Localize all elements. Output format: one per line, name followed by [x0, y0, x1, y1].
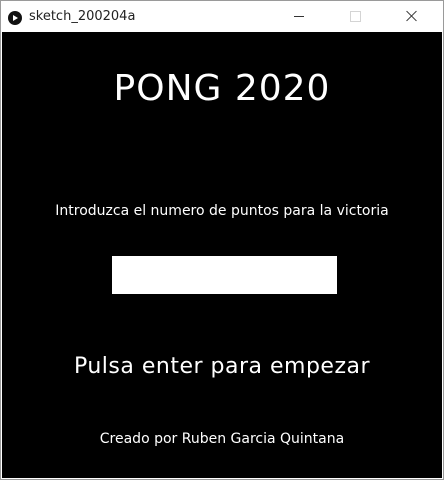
points-input[interactable]	[112, 256, 337, 294]
minimize-button[interactable]	[276, 1, 322, 32]
game-title: PONG 2020	[113, 68, 331, 109]
credits-text: Creado por Ruben Garcia Quintana	[99, 431, 345, 447]
start-instruction: Pulsa enter para empezar	[73, 354, 371, 379]
maximize-button[interactable]	[332, 1, 378, 32]
close-button[interactable]	[388, 1, 434, 32]
app-window: sketch_200204a PONG 2020 Introduzca el n…	[0, 0, 444, 480]
title-bar[interactable]: sketch_200204a	[1, 1, 443, 32]
maximize-icon	[350, 11, 361, 22]
sketch-canvas[interactable]: PONG 2020 Introduzca el numero de puntos…	[2, 32, 442, 478]
window-title: sketch_200204a	[29, 9, 136, 24]
points-prompt-label: Introduzca el numero de puntos para la v…	[55, 203, 389, 219]
close-icon	[405, 10, 417, 22]
minimize-icon	[294, 16, 304, 17]
processing-play-icon	[8, 11, 22, 25]
